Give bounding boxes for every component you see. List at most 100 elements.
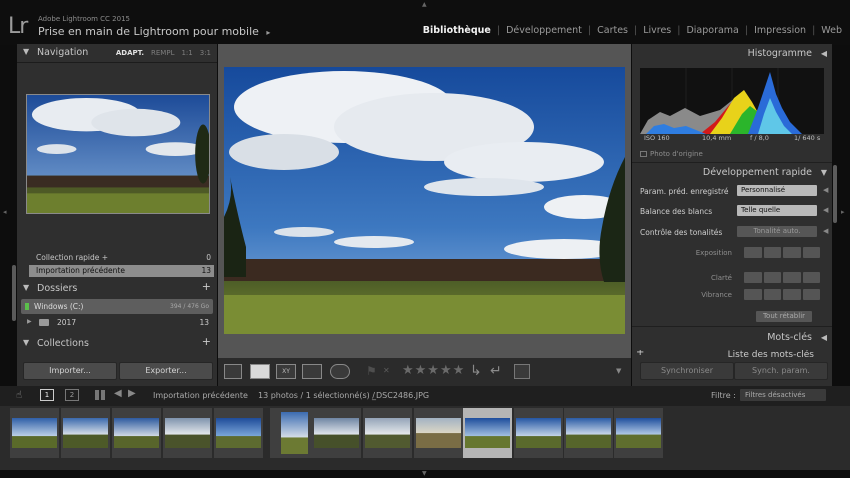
exposure-buttons[interactable] (744, 247, 820, 258)
reject-flag-icon[interactable]: ✕ (383, 366, 390, 375)
add-collection-icon[interactable]: + (202, 335, 211, 348)
disclosure-down-icon[interactable]: ▼ (23, 47, 29, 56)
import-button[interactable]: Importer... (23, 362, 117, 380)
row-label: Collection rapide + (36, 253, 109, 262)
original-photo-toggle[interactable]: Photo d'origine (640, 150, 703, 158)
filmstrip-thumbnail[interactable] (112, 408, 161, 458)
second-window-button[interactable]: 2 (65, 389, 79, 401)
volume-space: 394 / 476 Go (170, 303, 209, 310)
collections-header[interactable]: ▼ Collections + (17, 335, 217, 353)
auto-tone-button[interactable]: Tonalité auto. (737, 226, 817, 237)
catalog-arrow-icon[interactable]: ▸ (266, 28, 270, 37)
secondary-display-icon[interactable]: ☝ (16, 390, 22, 401)
main-photo[interactable] (224, 67, 625, 334)
collection-quick[interactable]: Collection rapide + 0 (29, 252, 214, 264)
filmstrip-thumbnail[interactable] (614, 408, 663, 458)
people-view-icon[interactable] (330, 364, 350, 379)
zoom-fit[interactable]: ADAPT. (116, 49, 144, 57)
expand-icon[interactable]: ◀ (823, 206, 828, 214)
module-picker: Bibliothèque | Développement | Cartes | Liv… (417, 25, 842, 36)
folders-header[interactable]: ▼ Dossiers + (17, 280, 217, 298)
zoom-1-1[interactable]: 1:1 (181, 49, 192, 57)
flag-icon[interactable]: ⚑ (366, 364, 377, 378)
disclosure-left-icon[interactable]: ◀ (821, 49, 827, 58)
module-web[interactable]: Web (815, 25, 842, 36)
keywords-header[interactable]: Mots-clés ◀ (632, 330, 832, 348)
module-slideshow[interactable]: Diaporama (680, 25, 744, 36)
crop-icon[interactable] (514, 364, 530, 379)
filmstrip-thumbnail[interactable] (363, 408, 412, 458)
collection-previous-import[interactable]: Importation précédente 13 (29, 265, 214, 277)
rotate-left-icon[interactable]: ↳ (470, 363, 482, 379)
app-name: Adobe Lightroom CC 2015 (38, 15, 130, 23)
sync-settings-button[interactable]: Synch. param. (734, 362, 828, 380)
collapse-right-panel-icon[interactable]: ▸ (841, 208, 845, 216)
collapse-left-panel-icon[interactable]: ◂ (3, 208, 7, 216)
survey-view-icon[interactable] (302, 364, 322, 379)
disclosure-down-icon[interactable]: ▼ (23, 283, 29, 292)
grid-view-icon[interactable] (224, 364, 242, 379)
filmstrip-thumbnail[interactable] (564, 408, 613, 458)
loupe-view-icon[interactable] (250, 364, 270, 379)
module-map[interactable]: Cartes (591, 25, 634, 36)
expand-icon[interactable]: ◀ (823, 186, 828, 194)
filmstrip-thumbnail[interactable] (312, 408, 361, 458)
folder-row[interactable]: ▶ 2017 13 (21, 316, 213, 329)
filmstrip-thumbnail[interactable] (10, 408, 59, 458)
filmstrip-source[interactable]: Importation précédente (153, 391, 248, 400)
module-print[interactable]: Impression (748, 25, 812, 36)
expand-folder-icon[interactable]: ▶ (27, 318, 32, 325)
filmstrip (0, 406, 850, 470)
histogram-header[interactable]: Histogramme ◀ (632, 46, 832, 64)
keyword-list-header[interactable]: + Liste des mots-clés (636, 350, 828, 358)
disclosure-down-icon[interactable]: ▼ (23, 338, 29, 347)
forward-arrow-icon[interactable]: ▶ (128, 388, 136, 399)
filmstrip-thumbnail-selected[interactable] (463, 408, 512, 458)
filmstrip-thumbnail[interactable] (163, 408, 212, 458)
zoom-3-1[interactable]: 3:1 (200, 49, 211, 57)
volume-row[interactable]: Windows (C:) 394 / 476 Go (21, 299, 213, 314)
zoom-fill[interactable]: REMPL (151, 49, 174, 57)
toolbar-menu-icon[interactable]: ▼ (616, 367, 621, 375)
star-rating[interactable]: ★★★★★ (402, 363, 465, 378)
tone-control-row: Contrôle des tonalités Tonalité auto. ◀ (640, 226, 828, 239)
folder-count: 13 (199, 318, 209, 327)
white-balance-select[interactable]: Telle quelle (737, 205, 817, 216)
navigator-preview[interactable] (26, 94, 210, 214)
collapse-top-panel-icon[interactable]: ▲ (422, 1, 427, 8)
sync-button[interactable]: Synchroniser (640, 362, 734, 380)
filmstrip-thumbnail[interactable] (514, 408, 563, 458)
module-library[interactable]: Bibliothèque (417, 25, 497, 36)
disclosure-left-icon[interactable]: ◀ (821, 333, 827, 342)
filmstrip-thumbnail[interactable] (61, 408, 110, 458)
back-arrow-icon[interactable]: ◀ (114, 388, 122, 399)
navigator-header[interactable]: ▼ Navigation ADAPT. REMPL 1:1 3:1 (17, 44, 217, 62)
right-panel-scrollbar[interactable] (833, 165, 837, 223)
disclosure-down-icon[interactable]: ▼ (821, 168, 827, 177)
white-balance-row: Balance des blancs Telle quelle ◀ (640, 205, 828, 218)
module-develop[interactable]: Développement (500, 25, 588, 36)
quick-develop-header[interactable]: Développement rapide ▼ (632, 165, 832, 183)
module-book[interactable]: Livres (637, 25, 677, 36)
filter-select[interactable]: Filtres désactivés (740, 389, 826, 401)
main-window-button[interactable]: 1 (40, 389, 54, 401)
catalog-name[interactable]: Prise en main de Lightroom pour mobile ▸ (38, 25, 270, 38)
add-folder-icon[interactable]: + (202, 280, 211, 293)
expand-icon[interactable]: ◀ (823, 227, 828, 235)
export-button[interactable]: Exporter... (119, 362, 213, 380)
collapse-filmstrip-icon[interactable]: ▼ (422, 470, 427, 477)
grid-icon[interactable] (95, 390, 105, 400)
filmstrip-thumbnail[interactable] (414, 408, 463, 458)
left-panel-scrollbar[interactable] (12, 265, 16, 321)
folder-name: 2017 (57, 318, 77, 327)
saved-preset-select[interactable]: Personnalisé (737, 185, 817, 196)
vibrance-buttons[interactable] (744, 289, 820, 300)
reset-all-button[interactable]: Tout rétablir (756, 311, 812, 322)
checkbox-icon[interactable] (640, 151, 647, 157)
rotate-right-icon[interactable]: ↵ (490, 363, 502, 379)
compare-view-icon[interactable]: XY (276, 364, 296, 379)
add-keyword-icon[interactable]: + (636, 350, 644, 358)
filmstrip-thumbnail[interactable] (214, 408, 263, 458)
right-panel: Histogramme ◀ ISO 160 10,4 mm f / 8,0 1/… (632, 44, 832, 386)
clarity-buttons[interactable] (744, 272, 820, 283)
